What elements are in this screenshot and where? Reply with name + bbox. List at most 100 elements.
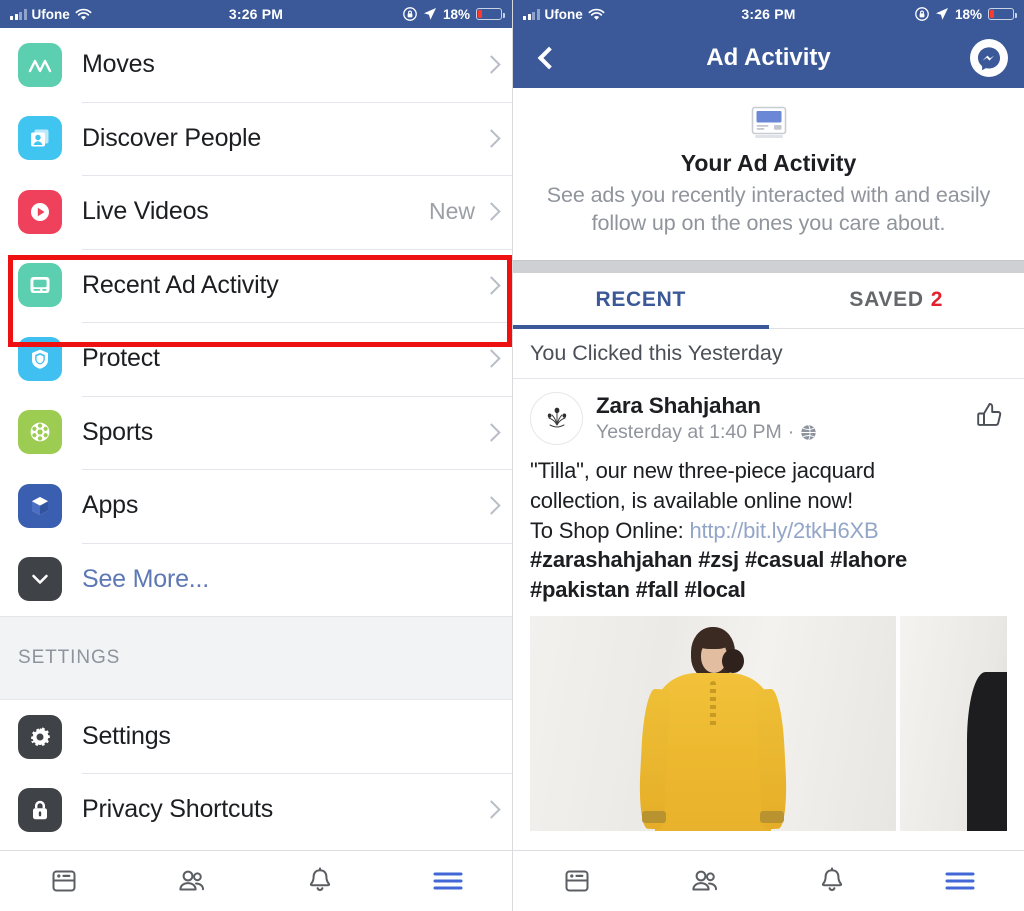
menu-item-protect[interactable]: Protect [0,322,512,396]
chevron-right-icon [482,800,501,819]
post-hashtags-line-2[interactable]: #pakistan #fall #local [530,575,1007,605]
post-media-photo-1[interactable] [530,616,896,832]
chevron-right-icon [482,202,501,221]
row-accessory [482,800,501,819]
model-bangle-left [642,811,666,824]
tab-recent[interactable]: RECENT [513,273,769,329]
battery-icon [476,8,505,20]
post-timestamp: Yesterday at 1:40 PM [596,420,782,443]
tab-notifications[interactable] [769,865,897,897]
settings-section-header: SETTINGS [0,616,512,700]
shop-online-prefix: To Shop Online: [530,517,690,543]
post-link[interactable]: http://bit.ly/2tkH6XB [689,518,878,543]
zara-shahjahan-logo [547,407,566,428]
discover-people-icon [18,116,62,161]
tab-friends[interactable] [128,865,256,897]
post-author[interactable]: Zara Shahjahan [596,393,761,418]
sports-ball-icon [18,410,62,455]
notifications-bell-icon [309,867,331,891]
status-bar-right: Ufone 3:26 PM 18% [513,0,1024,28]
tab-news-feed[interactable] [0,865,128,897]
tab-menu[interactable] [384,868,512,894]
right-phone-screen: Ufone 3:26 PM 18% Ad Activity Your Ad Ac… [512,0,1024,911]
new-badge: New [428,198,475,225]
model-head [691,627,744,680]
menu-item-live-videos[interactable]: Live Videos New [0,175,512,249]
row-accessory [482,496,501,515]
tab-news-feed[interactable] [513,865,641,897]
tab-notifications[interactable] [256,865,384,897]
moves-app-icon [18,42,62,87]
row-accessory [482,129,501,148]
post-timestamp-row: Yesterday at 1:40 PM · [596,421,817,444]
menu-item-privacy-shortcuts[interactable]: Privacy Shortcuts [0,773,512,846]
tab-saved[interactable]: SAVED 2 [769,273,1024,328]
menu-item-sports[interactable]: Sports [0,395,512,469]
menu-list[interactable]: Moves Discover People Live Videos New Re… [0,28,512,850]
ad-post: Zara Shahjahan Yesterday at 1:40 PM · "T… [513,378,1024,832]
bottom-tabbar-right[interactable] [513,850,1024,911]
model-hair-bun [722,649,744,674]
chevron-right-icon [482,129,501,148]
photo-model-figure [637,627,789,832]
chevron-right-icon [482,349,501,368]
menu-item-label: Sports [82,417,154,446]
rotation-lock-icon [403,7,417,21]
messenger-icon[interactable] [970,39,1008,77]
post-group-header-label: You Clicked this Yesterday [530,340,783,365]
post-header: Zara Shahjahan Yesterday at 1:40 PM · [530,391,1007,445]
menu-item-see-more[interactable]: See More... [0,542,512,616]
chevron-down-icon [18,557,62,602]
news-feed-icon [52,870,76,892]
location-arrow-icon [935,8,948,20]
like-button[interactable] [973,399,1007,438]
post-group-header: You Clicked this Yesterday [513,328,1024,379]
protect-shield-icon [18,336,62,381]
battery-icon [988,8,1017,20]
battery-percent-label: 18% [442,6,470,22]
tab-friends[interactable] [641,865,769,897]
menu-item-moves[interactable]: Moves [0,28,512,102]
see-more-label: See More... [82,564,210,593]
model-hair [695,631,731,650]
tab-saved-label: SAVED [849,288,924,312]
tab-saved-count: 2 [930,288,944,312]
post-body: "Tilla", our new three-piece jacquard co… [530,456,1007,606]
menu-item-label: Privacy Shortcuts [82,795,274,823]
bottom-tabbar-left[interactable] [0,850,512,911]
chevron-right-icon [482,55,501,74]
friends-icon [179,870,204,891]
tab-menu[interactable] [896,868,1024,894]
recent-ad-activity-icon [18,263,62,308]
post-meta: Zara Shahjahan Yesterday at 1:40 PM · [596,393,817,444]
post-hashtags-line-1[interactable]: #zarashahjahan #zsj #casual #lahore [530,545,1007,575]
ad-activity-tabs[interactable]: RECENT SAVED 2 [513,272,1024,329]
post-media-photo-2[interactable] [900,616,1007,832]
globe-icon [801,424,816,440]
chevron-right-icon [482,496,501,515]
section-separator [513,259,1024,273]
menu-item-discover-people[interactable]: Discover People [0,101,512,175]
status-bar-right-group: 18% [915,7,1024,22]
status-bar-left: Ufone 3:26 PM 18% [0,0,512,28]
post-body-line-1: "Tilla", our new three-piece jacquard [530,457,875,483]
chevron-right-icon [482,276,501,295]
menu-item-recent-ad-activity[interactable]: Recent Ad Activity [0,248,512,322]
chevron-right-icon [482,423,501,442]
post-media-gallery[interactable] [530,616,1007,832]
apps-cube-icon [18,483,62,528]
menu-item-settings[interactable]: Settings [0,700,512,773]
meta-separator: · [787,420,795,443]
menu-item-label: Recent Ad Activity [82,270,279,299]
battery-percent-label: 18% [954,6,982,22]
photo-dark-figure [967,672,1007,832]
menu-item-apps[interactable]: Apps [0,469,512,543]
page-title: Ad Activity [706,44,831,71]
menu-item-label: Discover People [82,123,262,152]
ad-monitor-icon [750,106,788,140]
lock-icon [18,787,62,832]
rotation-lock-icon [915,7,929,21]
hamburger-menu-icon [433,872,463,890]
avatar[interactable] [530,391,583,445]
model-bangle-right [760,811,784,824]
